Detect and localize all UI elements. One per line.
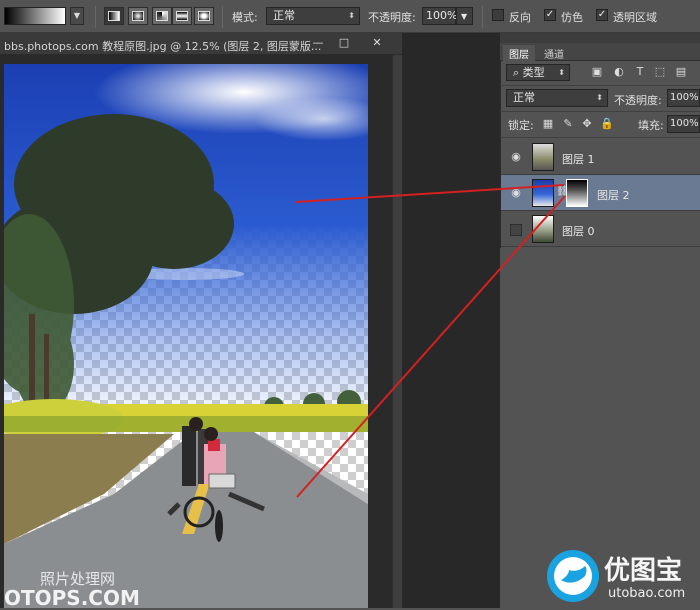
annotation-overlay bbox=[295, 184, 566, 498]
watermark-en-right: utobao.com bbox=[608, 586, 686, 601]
watermark-cn-right: 优图宝 bbox=[604, 556, 683, 586]
annotation-line-top bbox=[295, 184, 565, 203]
bird-logo-icon bbox=[547, 550, 599, 602]
bird-logo-shape bbox=[554, 557, 592, 595]
watermark-en-left: OTOPS.COM bbox=[4, 586, 140, 610]
annotation-line-bottom bbox=[296, 195, 566, 498]
